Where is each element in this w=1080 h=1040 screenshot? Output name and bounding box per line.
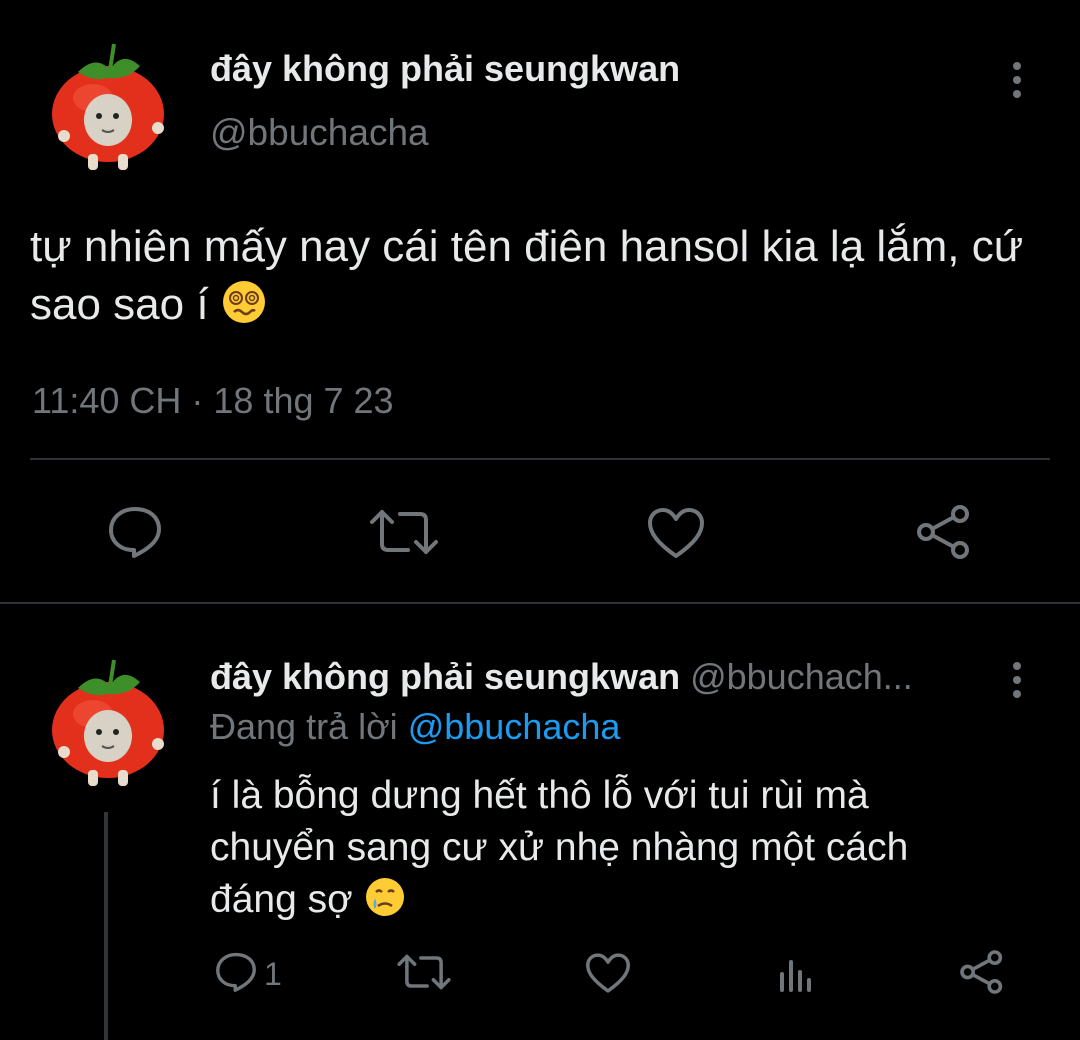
more-options-icon[interactable] xyxy=(1002,60,1032,100)
retweet-icon[interactable] xyxy=(368,504,440,560)
avatar[interactable] xyxy=(48,652,170,786)
heart-icon[interactable] xyxy=(646,506,706,560)
tweet-text-line: í là bỗng dưng hết thô lỗ với tui rùi mà xyxy=(210,774,869,817)
tweet-text-content: tự nhiên mấy nay cái tên điên hansol kia… xyxy=(30,222,1024,329)
analytics-icon[interactable] xyxy=(776,952,816,994)
tweet-text: í là bỗng dưng hết thô lỗ với tui rùi mà… xyxy=(210,770,1050,932)
handle[interactable]: @bbuchach... xyxy=(690,656,913,697)
heart-icon[interactable] xyxy=(584,952,632,994)
reply-count: 1 xyxy=(264,956,282,992)
replying-to: Đang trả lời @bbuchacha xyxy=(210,706,620,748)
handle[interactable]: @bbuchacha xyxy=(210,112,429,154)
retweet-icon[interactable] xyxy=(396,950,452,994)
comment-icon[interactable] xyxy=(214,950,258,994)
divider xyxy=(30,458,1050,460)
tweet-text-line: chuyển sang cư xử nhẹ nhàng một cách xyxy=(210,826,909,869)
replying-prefix: Đang trả lời xyxy=(210,706,398,747)
display-name[interactable]: đây không phải seungkwan xyxy=(210,48,680,90)
comment-icon[interactable] xyxy=(106,504,164,560)
share-icon[interactable] xyxy=(958,948,1006,996)
replying-to-link[interactable]: @bbuchacha xyxy=(408,706,621,747)
sad-tear-face-icon xyxy=(364,876,406,932)
display-name[interactable]: đây không phải seungkwan xyxy=(210,656,680,697)
timestamp[interactable]: 11:40 CH · 18 thg 7 23 xyxy=(32,380,394,422)
more-options-icon[interactable] xyxy=(1002,660,1032,700)
reply-header: đây không phải seungkwan @bbuchach... xyxy=(210,656,913,698)
section-divider xyxy=(0,602,1080,604)
tweet-text-line-content: đáng sợ xyxy=(210,878,353,921)
tweet-text-line-last: đáng sợ xyxy=(210,874,1050,932)
thread-line xyxy=(104,812,108,1040)
avatar[interactable] xyxy=(48,36,170,170)
share-icon[interactable] xyxy=(914,502,974,562)
tweet-text: tự nhiên mấy nay cái tên điên hansol kia… xyxy=(30,218,1060,340)
dizzy-face-icon xyxy=(221,279,267,340)
